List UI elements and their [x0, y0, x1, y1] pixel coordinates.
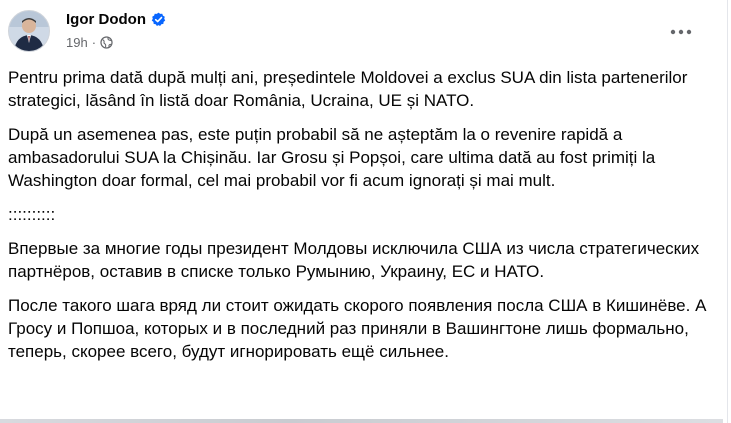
- author-avatar[interactable]: [8, 10, 50, 52]
- post-paragraph: После такого шага вряд ли стоит ожидать …: [8, 296, 707, 361]
- post-body: Pentru prima dată după mulți ani, președ…: [8, 66, 707, 374]
- author-line: Igor Dodon: [66, 11, 166, 28]
- post-paragraph: După un asemenea pas, este puțin probabi…: [8, 125, 656, 190]
- verified-badge-icon: [151, 12, 166, 27]
- meta-separator: ·: [91, 35, 97, 50]
- post-paragraph: Pentru prima dată după mulți ani, președ…: [8, 68, 688, 110]
- post-header: Igor Dodon 19h ·: [8, 8, 717, 60]
- author-name[interactable]: Igor Dodon: [66, 11, 146, 28]
- globe-icon[interactable]: [100, 36, 113, 49]
- more-options-icon: [670, 29, 692, 35]
- post-paragraph: Впервые за многие годы президент Молдовы…: [8, 239, 700, 281]
- facebook-post: Igor Dodon 19h · Pentru prima dată după …: [0, 0, 728, 423]
- avatar-image: [9, 11, 49, 51]
- attached-media-edge: [0, 419, 723, 423]
- more-options-button[interactable]: [667, 18, 695, 46]
- post-meta: 19h ·: [66, 35, 113, 50]
- post-separator: ::::::::::: [8, 205, 56, 224]
- post-timestamp[interactable]: 19h: [66, 35, 88, 50]
